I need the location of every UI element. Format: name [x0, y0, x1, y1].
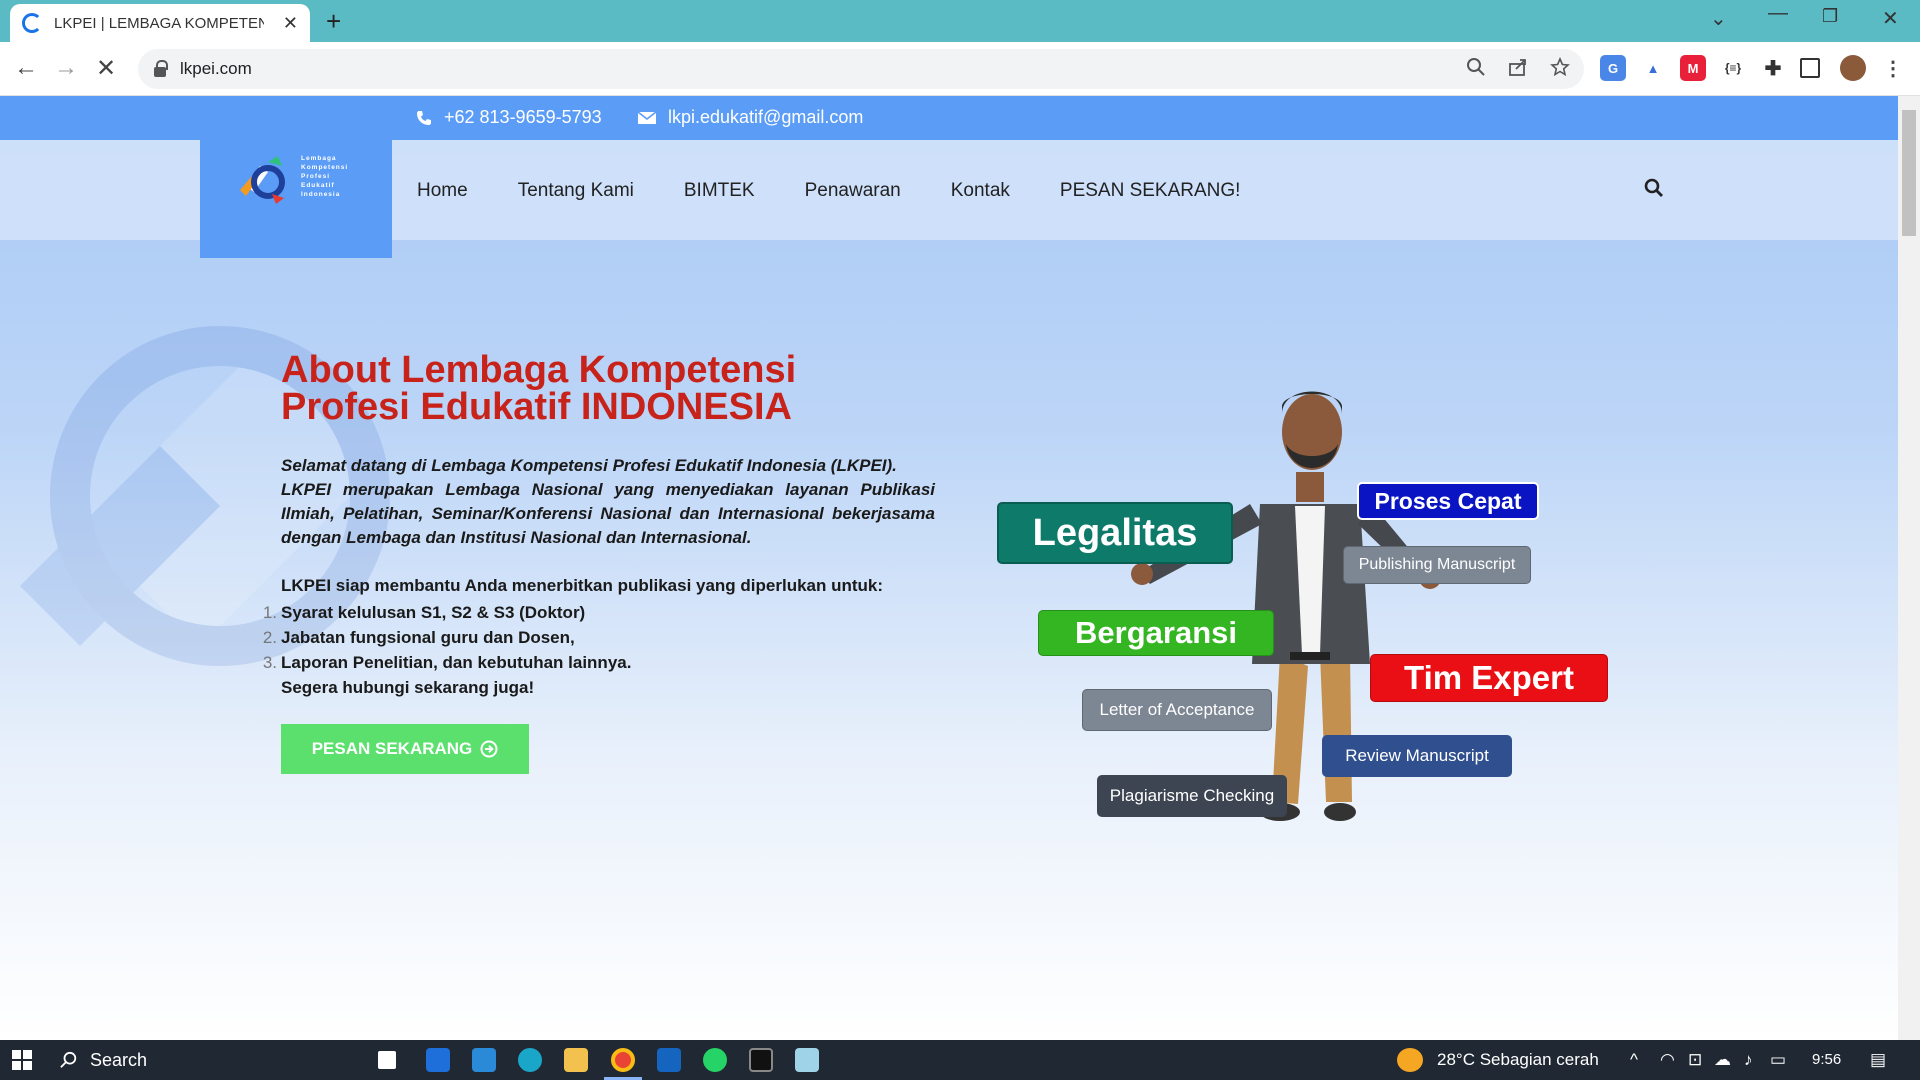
nav-kontak[interactable]: Kontak — [951, 180, 1010, 202]
notification-icon[interactable]: ▤ — [1870, 1050, 1886, 1070]
page-scrollbar[interactable] — [1898, 96, 1920, 1040]
new-tab-icon[interactable]: + — [326, 6, 341, 37]
list-item: 1. Syarat kelulusan S1, S2 & S3 (Doktor) — [262, 603, 586, 622]
tab-title: LKPEI | LEMBAGA KOMPETENSI P — [54, 14, 264, 32]
translate-extension-icon[interactable]: G — [1600, 55, 1626, 81]
proses-cepat-badge: Proses Cepat — [1357, 482, 1539, 520]
logo-wordmark: Lembaga Kompetensi Profesi Edukatif Indo… — [301, 155, 349, 198]
profile-avatar[interactable] — [1840, 55, 1866, 81]
lock-icon[interactable] — [154, 59, 168, 77]
minimize-window-icon[interactable]: — — [1768, 2, 1788, 25]
weather-text[interactable]: 28°C Sebagian cerah — [1437, 1050, 1599, 1070]
phone-contact[interactable]: +62 813-9659-5793 — [416, 107, 602, 128]
phone-icon — [417, 110, 431, 125]
address-bar[interactable]: lkpei.com — [138, 49, 1584, 89]
share-icon[interactable] — [1508, 57, 1528, 77]
weather-icon[interactable] — [1397, 1048, 1423, 1072]
pesan-sekarang-button[interactable]: PESAN SEKARANG — [281, 724, 529, 774]
nav-home[interactable]: Home — [417, 180, 468, 202]
about-heading: About Lembaga Kompetensi Profesi Edukati… — [281, 349, 797, 428]
windows-start-icon[interactable] — [12, 1050, 32, 1070]
bookmark-star-icon[interactable] — [1550, 57, 1570, 77]
scholar-extension-icon[interactable]: ▲ — [1640, 55, 1666, 81]
nav-pesan-sekarang[interactable]: PESAN SEKARANG! — [1060, 180, 1241, 202]
tim-expert-badge: Tim Expert — [1370, 654, 1608, 702]
json-extension-icon[interactable]: {≡} — [1720, 55, 1746, 81]
chrome-menu-icon[interactable]: ⋮ — [1880, 55, 1906, 81]
envelope-icon — [638, 110, 656, 124]
stop-loading-icon[interactable]: ✕ — [96, 54, 116, 83]
restore-window-icon[interactable]: ❐ — [1822, 6, 1838, 27]
nav-bimtek[interactable]: BIMTEK — [684, 180, 755, 202]
scrollbar-thumb[interactable] — [1902, 110, 1916, 236]
email-contact[interactable]: lkpi.edukatif@gmail.com — [638, 107, 863, 128]
outlook-app-icon[interactable] — [657, 1048, 681, 1072]
website-viewport: +62 813-9659-5793 lkpi.edukatif@gmail.co… — [0, 96, 1898, 1040]
list-item: 2. Jabatan fungsional guru dan Dosen, — [262, 628, 575, 647]
contact-top-bar: +62 813-9659-5793 lkpi.edukatif@gmail.co… — [0, 96, 1898, 140]
tray-chevron-icon[interactable]: ^ — [1630, 1050, 1638, 1070]
forward-arrow-icon[interactable]: → — [54, 54, 78, 82]
chrome-app-icon[interactable] — [611, 1048, 635, 1072]
main-navigation: Home Tentang Kami BIMTEK Penawaran Konta… — [417, 180, 1240, 202]
browser-toolbar: ← → ✕ lkpei.com G ▲ M {≡} ✚ ⋮ — [0, 42, 1920, 96]
businessman-figure — [1131, 391, 1441, 821]
windows-taskbar: Search 28°C Sebagian cerah ^ ◠ ⊡ ☁ ♪ ▭ 9… — [0, 1040, 1920, 1080]
close-tab-icon[interactable]: ✕ — [283, 13, 298, 34]
onedrive-cloud-icon[interactable]: ☁ — [1714, 1050, 1731, 1070]
tab-search-chevron-icon[interactable]: ⌄ — [1710, 6, 1727, 31]
site-favicon-icon — [22, 13, 42, 33]
edge-app-icon[interactable] — [518, 1048, 542, 1072]
zoom-search-icon[interactable] — [1466, 57, 1486, 77]
task-view-icon[interactable] — [378, 1051, 396, 1069]
close-window-icon[interactable]: ✕ — [1882, 6, 1899, 31]
extensions-puzzle-icon[interactable]: ✚ — [1760, 55, 1786, 81]
review-manuscript-badge: Review Manuscript — [1322, 735, 1512, 777]
whatsapp-app-icon[interactable] — [703, 1048, 727, 1072]
email-address: lkpi.edukatif@gmail.com — [668, 107, 864, 127]
terminal-app-icon[interactable] — [749, 1048, 773, 1072]
url-text: lkpei.com — [180, 59, 252, 78]
about-intro: Selamat datang di Lembaga Kompetensi Pro… — [281, 456, 935, 547]
bergaransi-badge: Bergaransi — [1038, 610, 1274, 656]
legalitas-badge: Legalitas — [997, 502, 1233, 564]
phone-number: +62 813-9659-5793 — [444, 107, 602, 127]
plagiarisme-checking-badge: Plagiarisme Checking — [1097, 775, 1287, 817]
back-arrow-icon[interactable]: ← — [14, 54, 38, 82]
battery-icon[interactable]: ▭ — [1770, 1050, 1786, 1070]
usb-icon[interactable]: ⊡ — [1688, 1050, 1702, 1070]
lkpei-logo-icon — [240, 156, 285, 204]
volume-icon[interactable]: ♪ — [1744, 1050, 1753, 1070]
closing-text: Segera hubungi sekarang juga! — [281, 678, 535, 697]
arrow-circle-right-icon — [480, 740, 498, 758]
search-icon — [60, 1051, 77, 1068]
dropbox-app-icon[interactable] — [426, 1048, 450, 1072]
list-item: 3. Laporan Penelitian, dan kebutuhan lain… — [262, 653, 632, 672]
services-lead-text: LKPEI siap membantu Anda menerbitkan pub… — [281, 576, 884, 595]
site-search-icon[interactable] — [1644, 178, 1664, 198]
services-list: 1. Syarat kelulusan S1, S2 & S3 (Doktor) … — [262, 600, 632, 700]
letter-of-acceptance-badge: Letter of Acceptance — [1082, 689, 1272, 731]
file-explorer-icon[interactable] — [564, 1048, 588, 1072]
site-logo[interactable]: Lembaga Kompetensi Profesi Edukatif Indo… — [200, 140, 392, 258]
browser-tab-bar: LKPEI | LEMBAGA KOMPETENSI P ✕ + ⌄ — ❐ ✕ — [0, 0, 1920, 42]
hero-illustration: Legalitas Proses Cepat Publishing Manusc… — [990, 354, 1630, 824]
side-panel-icon[interactable] — [1800, 58, 1820, 78]
mail-app-icon[interactable] — [472, 1048, 496, 1072]
clock-time[interactable]: 9:56 — [1812, 1051, 1841, 1068]
publishing-manuscript-badge: Publishing Manuscript — [1343, 546, 1531, 584]
notes-app-icon[interactable] — [795, 1048, 819, 1072]
nav-penawaran[interactable]: Penawaran — [805, 180, 901, 202]
browser-tab-active[interactable]: LKPEI | LEMBAGA KOMPETENSI P ✕ — [10, 4, 310, 42]
nav-tentang-kami[interactable]: Tentang Kami — [518, 180, 634, 202]
mendeley-extension-icon[interactable]: M — [1680, 55, 1706, 81]
taskbar-search-box[interactable]: Search — [46, 1040, 364, 1080]
wifi-icon[interactable]: ◠ — [1660, 1050, 1675, 1070]
